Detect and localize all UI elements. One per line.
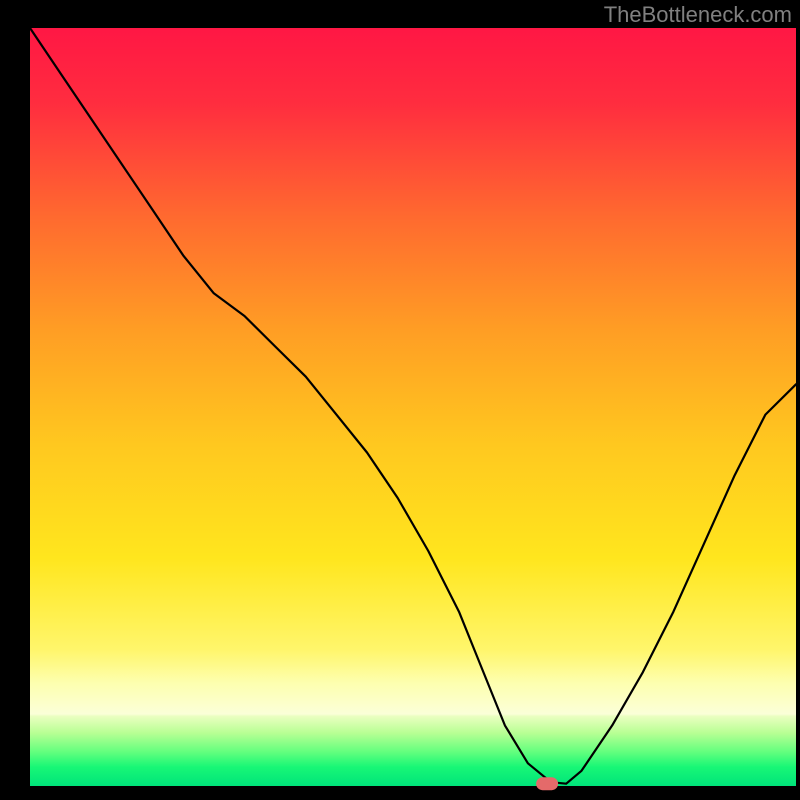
watermark-text: TheBottleneck.com [604, 2, 792, 28]
chart-svg [0, 0, 800, 800]
chart-container: TheBottleneck.com [0, 0, 800, 800]
min-marker [536, 777, 558, 790]
